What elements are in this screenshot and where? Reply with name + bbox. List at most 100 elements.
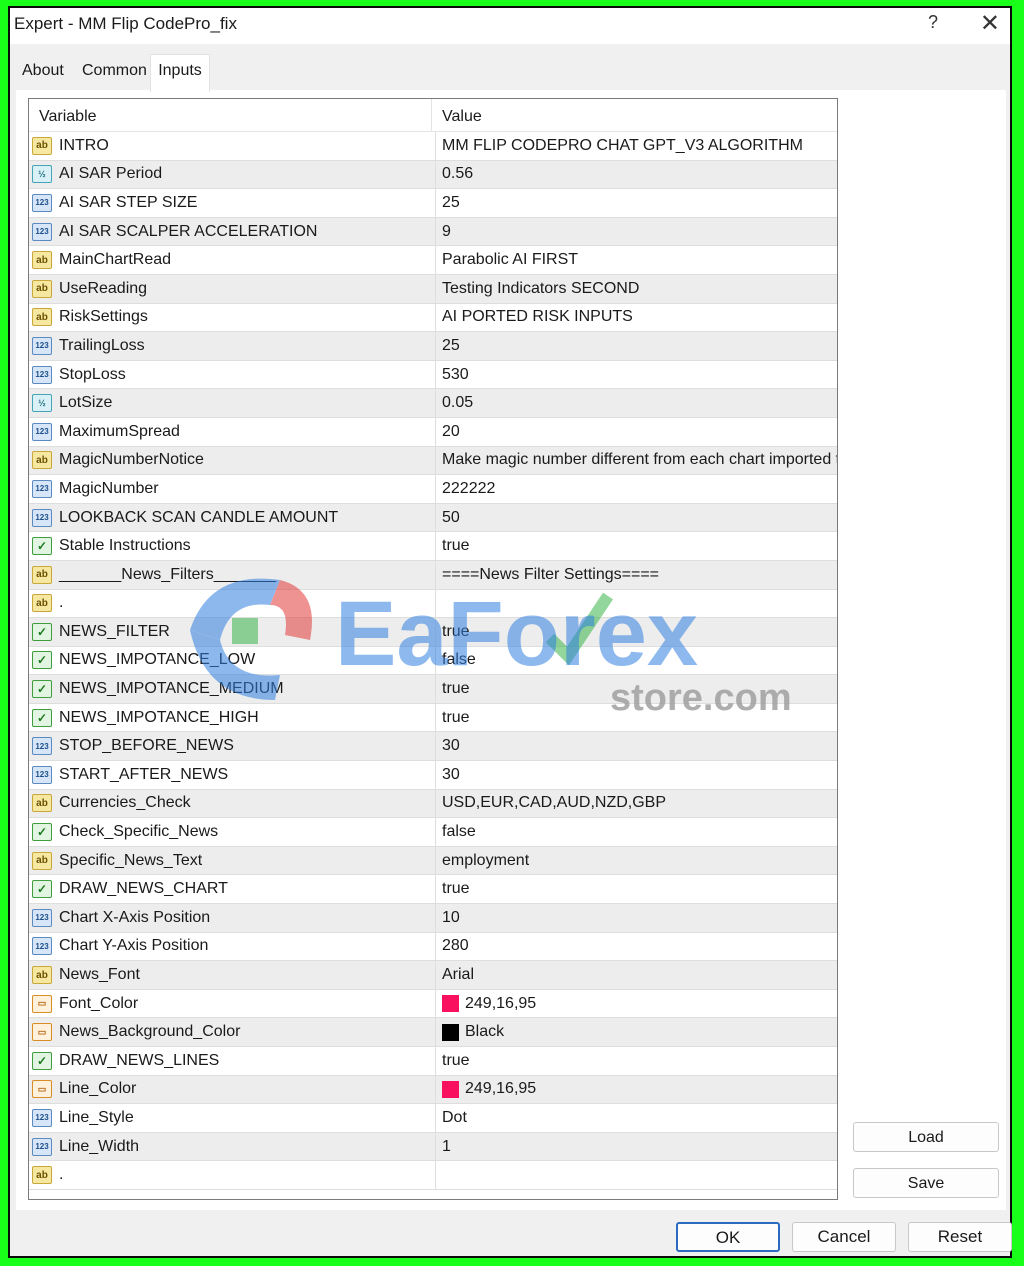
table-row[interactable]: ✓ NEWS_FILTER true: [29, 618, 837, 647]
variable-cell[interactable]: 123 Chart Y-Axis Position: [29, 932, 436, 961]
variable-cell[interactable]: ✓ Check_Specific_News: [29, 818, 436, 846]
value-cell[interactable]: employment: [436, 847, 837, 875]
table-row[interactable]: 123 Line_Style Dot: [29, 1104, 837, 1133]
variable-cell[interactable]: ½ AI SAR Period: [29, 160, 436, 189]
value-cell[interactable]: Dot: [436, 1104, 837, 1132]
table-row[interactable]: ✓ NEWS_IMPOTANCE_MEDIUM true: [29, 675, 837, 704]
table-row[interactable]: ✓ NEWS_IMPOTANCE_LOW false: [29, 646, 837, 676]
variable-cell[interactable]: ½ LotSize: [29, 389, 436, 417]
variable-cell[interactable]: ab UseReading: [29, 274, 436, 303]
table-row[interactable]: ✓ DRAW_NEWS_LINES true: [29, 1047, 837, 1076]
variable-cell[interactable]: 123 AI SAR STEP SIZE: [29, 189, 436, 217]
variable-cell[interactable]: ab MagicNumberNotice: [29, 446, 436, 475]
table-row[interactable]: 123 AI SAR SCALPER ACCELERATION 9: [29, 217, 837, 247]
value-cell[interactable]: USD,EUR,CAD,AUD,NZD,GBP: [436, 790, 837, 818]
table-row[interactable]: ▭ Font_Color 249,16,95: [29, 989, 837, 1019]
table-row[interactable]: 123 START_AFTER_NEWS 30: [29, 761, 837, 790]
column-header-value[interactable]: Value: [432, 99, 482, 131]
table-row[interactable]: ▭ Line_Color 249,16,95: [29, 1075, 837, 1105]
table-row[interactable]: ab Currencies_Check USD,EUR,CAD,AUD,NZD,GB…: [29, 789, 837, 819]
variable-cell[interactable]: 123 Line_Style: [29, 1104, 436, 1132]
load-button[interactable]: Load: [853, 1122, 999, 1152]
variable-cell[interactable]: ab _______News_Filters_______: [29, 560, 436, 589]
value-cell[interactable]: true: [436, 704, 837, 732]
variable-cell[interactable]: ✓ NEWS_IMPOTANCE_LOW: [29, 646, 436, 675]
table-row[interactable]: ✓ Stable Instructions true: [29, 532, 837, 561]
value-cell[interactable]: 0.05: [436, 389, 837, 417]
value-cell[interactable]: 249,16,95: [436, 990, 837, 1018]
save-button[interactable]: Save: [853, 1168, 999, 1198]
value-cell[interactable]: 280: [436, 933, 837, 961]
cancel-button[interactable]: Cancel: [792, 1222, 896, 1252]
variable-cell[interactable]: ✓ DRAW_NEWS_CHART: [29, 875, 436, 904]
table-row[interactable]: ab _______News_Filters_______ ====News Fil…: [29, 560, 837, 590]
table-row[interactable]: ▭ News_Background_Color Black: [29, 1018, 837, 1047]
value-cell[interactable]: 30: [436, 761, 837, 789]
table-row[interactable]: 123 LOOKBACK SCAN CANDLE AMOUNT 50: [29, 503, 837, 533]
variable-cell[interactable]: ✓ Stable Instructions: [29, 532, 436, 560]
variable-cell[interactable]: 123 MagicNumber: [29, 475, 436, 503]
value-cell[interactable]: Parabolic AI FIRST: [436, 246, 837, 274]
table-row[interactable]: 123 MaximumSpread 20: [29, 417, 837, 447]
value-cell[interactable]: false: [436, 647, 837, 675]
value-cell[interactable]: 530: [436, 361, 837, 389]
table-row[interactable]: ab MainChartRead Parabolic AI FIRST: [29, 246, 837, 275]
value-cell[interactable]: 1: [436, 1133, 837, 1161]
value-cell[interactable]: Testing Indicators SECOND: [436, 275, 837, 303]
variable-cell[interactable]: 123 AI SAR SCALPER ACCELERATION: [29, 217, 436, 246]
table-row[interactable]: ab Specific_News_Text employment: [29, 846, 837, 876]
variable-cell[interactable]: ab INTRO: [29, 132, 436, 160]
value-cell[interactable]: false: [436, 818, 837, 846]
table-row[interactable]: 123 Line_Width 1: [29, 1132, 837, 1162]
value-cell[interactable]: [436, 1161, 837, 1189]
variable-cell[interactable]: 123 STOP_BEFORE_NEWS: [29, 732, 436, 761]
value-cell[interactable]: Arial: [436, 961, 837, 989]
value-cell[interactable]: 25: [436, 332, 837, 360]
value-cell[interactable]: 30: [436, 732, 837, 760]
table-row[interactable]: 123 AI SAR STEP SIZE 25: [29, 189, 837, 218]
table-row[interactable]: 123 MagicNumber 222222: [29, 475, 837, 504]
variable-cell[interactable]: ab.: [29, 589, 436, 618]
value-cell[interactable]: true: [436, 875, 837, 903]
value-cell[interactable]: 222222: [436, 475, 837, 503]
value-cell[interactable]: true: [436, 532, 837, 560]
variable-cell[interactable]: 123 Chart X-Axis Position: [29, 904, 436, 932]
table-row[interactable]: ab UseReading Testing Indicators SECOND: [29, 274, 837, 304]
value-cell[interactable]: MM FLIP CODEPRO CHAT GPT_V3 ALGORITHM: [436, 132, 837, 160]
variable-cell[interactable]: 123 START_AFTER_NEWS: [29, 761, 436, 789]
table-row[interactable]: ½ AI SAR Period 0.56: [29, 160, 837, 190]
value-cell[interactable]: 9: [436, 218, 837, 246]
value-cell[interactable]: true: [436, 1047, 837, 1075]
value-cell[interactable]: 20: [436, 418, 837, 446]
variable-cell[interactable]: ab RiskSettings: [29, 303, 436, 332]
variable-cell[interactable]: ▭ Line_Color: [29, 1075, 436, 1104]
variable-cell[interactable]: ab MainChartRead: [29, 246, 436, 274]
value-cell[interactable]: [436, 590, 837, 618]
value-cell[interactable]: AI PORTED RISK INPUTS: [436, 304, 837, 332]
table-row[interactable]: ab MagicNumberNotice Make magic number dif…: [29, 446, 837, 476]
variable-cell[interactable]: 123 MaximumSpread: [29, 417, 436, 446]
table-row[interactable]: ab News_Font Arial: [29, 961, 837, 990]
table-row[interactable]: ab.: [29, 589, 837, 619]
column-header-variable[interactable]: Variable: [29, 99, 432, 131]
variable-cell[interactable]: ✓ NEWS_IMPOTANCE_HIGH: [29, 703, 436, 732]
variable-cell[interactable]: ✓ NEWS_FILTER: [29, 618, 436, 646]
variable-cell[interactable]: 123 StopLoss: [29, 360, 436, 389]
variable-cell[interactable]: ✓ NEWS_IMPOTANCE_MEDIUM: [29, 675, 436, 703]
value-cell[interactable]: Make magic number different from each ch…: [436, 447, 837, 475]
table-row[interactable]: 123 STOP_BEFORE_NEWS 30: [29, 732, 837, 762]
table-row[interactable]: ab RiskSettings AI PORTED RISK INPUTS: [29, 303, 837, 333]
reset-button[interactable]: Reset: [908, 1222, 1012, 1252]
tab-about[interactable]: About: [22, 62, 64, 80]
table-row[interactable]: ✓ DRAW_NEWS_CHART true: [29, 875, 837, 905]
tab-common[interactable]: Common: [82, 62, 147, 80]
table-row[interactable]: ✓ Check_Specific_News false: [29, 818, 837, 847]
value-cell[interactable]: true: [436, 618, 837, 646]
variable-cell[interactable]: 123 LOOKBACK SCAN CANDLE AMOUNT: [29, 503, 436, 532]
variable-cell[interactable]: 123 Line_Width: [29, 1132, 436, 1161]
tab-inputs[interactable]: Inputs: [150, 54, 210, 92]
table-row[interactable]: 123 Chart X-Axis Position 10: [29, 904, 837, 933]
variable-cell[interactable]: ab Specific_News_Text: [29, 846, 436, 875]
ok-button[interactable]: OK: [676, 1222, 780, 1252]
value-cell[interactable]: 50: [436, 504, 837, 532]
